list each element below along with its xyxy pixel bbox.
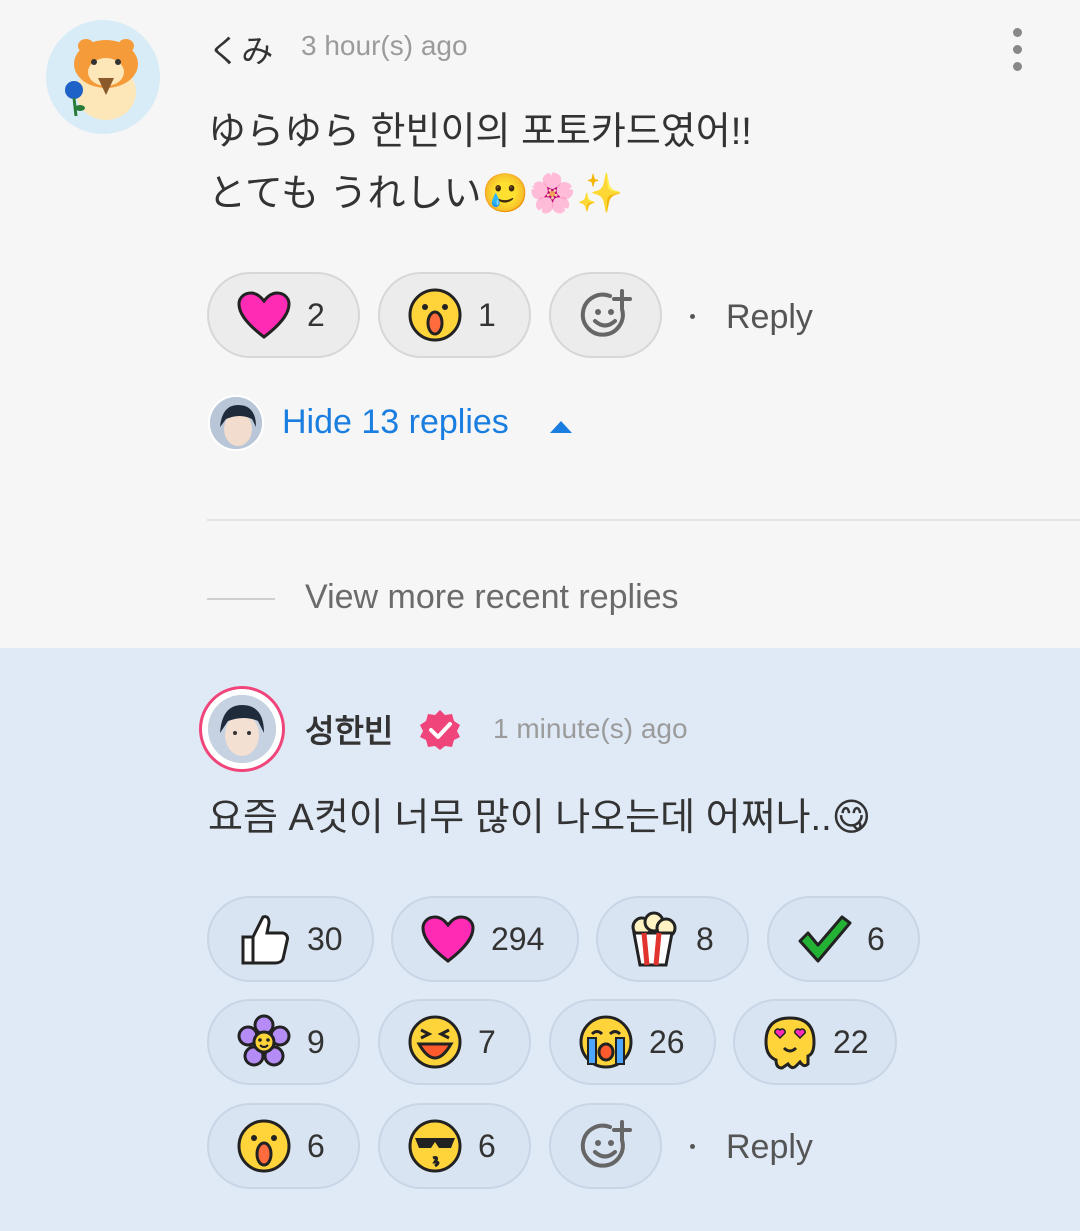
- reaction-crying-button[interactable]: 26: [549, 999, 716, 1085]
- reaction-check-button[interactable]: 6: [767, 896, 920, 982]
- reaction-count: 9: [307, 1023, 325, 1060]
- comment-text-line-1: ゆらゆら 한빈이의 포토카드였어!!: [208, 111, 752, 153]
- heart-eyes-melting-icon: [761, 1013, 819, 1071]
- replier-avatar: [208, 395, 264, 451]
- add-reaction-button[interactable]: [549, 272, 662, 358]
- reaction-count: 22: [833, 1023, 869, 1060]
- more-options-icon[interactable]: [1008, 28, 1026, 78]
- reaction-count: 6: [307, 1127, 325, 1164]
- caret-up-icon[interactable]: [550, 421, 572, 433]
- reaction-laughing-button[interactable]: 7: [378, 999, 531, 1085]
- avatar-kumi[interactable]: [46, 20, 160, 134]
- reaction-heart-button[interactable]: 294: [391, 896, 579, 982]
- comment-text: 요즘 A컷이 너무 많이 나오는데 어쩌나..😋: [208, 797, 872, 839]
- reply-button[interactable]: Reply: [726, 1128, 813, 1167]
- hide-replies-toggle[interactable]: Hide 13 replies: [282, 403, 509, 442]
- add-emoji-icon: [580, 289, 632, 337]
- heart-icon: [419, 910, 477, 968]
- surprised-face-icon: [406, 286, 464, 344]
- reaction-heart-eyes-button[interactable]: 22: [733, 999, 897, 1085]
- avatar-sunghanbin[interactable]: [199, 686, 285, 772]
- sunglasses-kiss-icon: [406, 1117, 464, 1175]
- crying-face-icon: [577, 1013, 635, 1071]
- comment-timestamp: 3 hour(s) ago: [301, 30, 468, 61]
- add-reaction-button[interactable]: [549, 1103, 662, 1189]
- reaction-count: 26: [649, 1023, 685, 1060]
- comment-timestamp: 1 minute(s) ago: [493, 713, 688, 744]
- reaction-count: 294: [491, 920, 545, 957]
- reaction-surprised-button[interactable]: 1: [378, 272, 531, 358]
- popcorn-icon: [624, 910, 682, 968]
- reaction-sunglasses-button[interactable]: 6: [378, 1103, 531, 1189]
- reaction-popcorn-button[interactable]: 8: [596, 896, 749, 982]
- reaction-count: 30: [307, 920, 343, 957]
- reaction-count: 1: [478, 296, 496, 333]
- heart-icon: [235, 286, 293, 344]
- reply-button[interactable]: Reply: [726, 298, 813, 337]
- add-emoji-icon: [580, 1120, 632, 1168]
- comment-username[interactable]: 성한빈: [305, 706, 393, 752]
- reaction-flower-button[interactable]: 9: [207, 999, 360, 1085]
- reaction-thumbs-up-button[interactable]: 30: [207, 896, 374, 982]
- reaction-surprised-button[interactable]: 6: [207, 1103, 360, 1189]
- check-mark-icon: [795, 910, 853, 968]
- thumbs-up-icon: [235, 910, 293, 968]
- reaction-count: 2: [307, 296, 325, 333]
- comment-card-kumi: [0, 0, 1080, 648]
- comment-username[interactable]: くみ: [208, 26, 273, 72]
- surprised-face-icon: [235, 1117, 293, 1175]
- view-more-replies-button[interactable]: View more recent replies: [305, 578, 679, 617]
- laughing-face-icon: [406, 1013, 464, 1071]
- reaction-count: 6: [867, 920, 885, 957]
- reaction-count: 8: [696, 920, 714, 957]
- view-more-line: [207, 598, 275, 600]
- separator-dot: [690, 314, 695, 319]
- separator-dot: [690, 1144, 695, 1149]
- flower-icon: [235, 1013, 293, 1071]
- reaction-count: 6: [478, 1127, 496, 1164]
- reaction-count: 7: [478, 1023, 496, 1060]
- divider: [207, 519, 1080, 521]
- reaction-heart-button[interactable]: 2: [207, 272, 360, 358]
- verified-badge-icon: [418, 708, 462, 752]
- comment-text-line-2: とても うれしい🥲🌸✨: [208, 173, 624, 215]
